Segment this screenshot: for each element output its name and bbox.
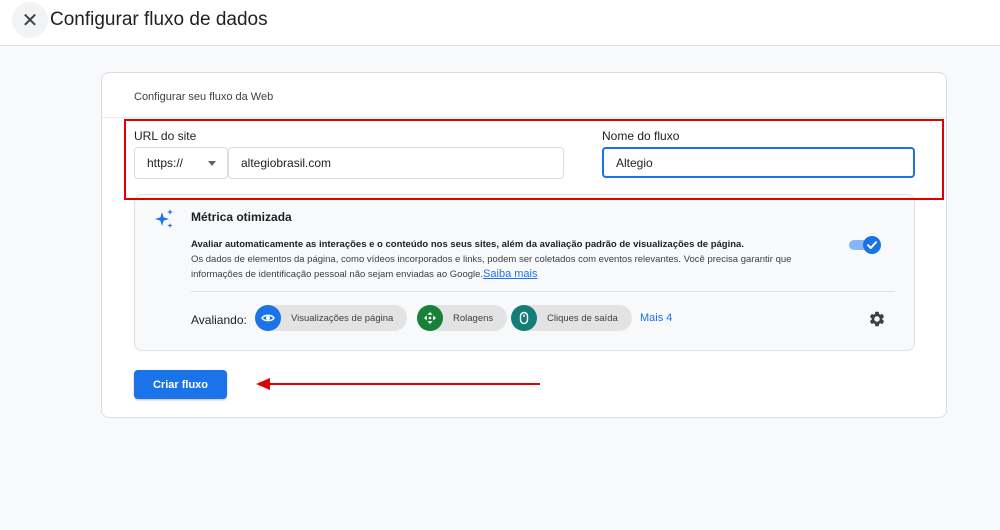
chip-outbound-clicks: Cliques de saída xyxy=(511,305,632,331)
divider xyxy=(191,291,895,292)
metric-title: Métrica otimizada xyxy=(191,210,292,224)
more-events-link[interactable]: Mais 4 xyxy=(640,312,672,324)
eye-icon xyxy=(255,305,281,331)
scroll-icon xyxy=(417,305,443,331)
evaluating-label: Avaliando: xyxy=(191,313,247,327)
learn-more-link[interactable]: Saiba mais xyxy=(483,268,537,280)
chip-label: Cliques de saída xyxy=(547,312,618,324)
gear-icon[interactable] xyxy=(868,310,886,328)
divider xyxy=(102,117,946,118)
chip-label: Visualizações de página xyxy=(291,312,394,324)
create-stream-button[interactable]: Criar fluxo xyxy=(134,370,227,399)
enhanced-measurement-panel: Métrica otimizada Avaliar automaticament… xyxy=(134,194,915,351)
close-button[interactable]: ✕ xyxy=(12,2,48,38)
chip-scrolls: Rolagens xyxy=(417,305,508,331)
metric-description-bold: Avaliar automaticamente as interações e … xyxy=(191,239,744,250)
annotation-highlight-box xyxy=(124,119,944,200)
sparkle-icon xyxy=(155,209,173,228)
chip-label: Rolagens xyxy=(453,312,494,324)
card-heading: Configurar seu fluxo da Web xyxy=(134,91,274,103)
mouse-icon xyxy=(511,305,537,331)
top-bar: ✕ Configurar fluxo de dados xyxy=(0,0,1000,46)
enhanced-measurement-toggle[interactable] xyxy=(849,236,881,254)
chip-page-views: Visualizações de página xyxy=(255,305,408,331)
annotation-arrow xyxy=(256,378,540,390)
metric-description: Avaliar automaticamente as interações e … xyxy=(191,237,841,282)
toggle-knob xyxy=(863,236,881,254)
page-title: Configurar fluxo de dados xyxy=(50,9,268,30)
close-icon: ✕ xyxy=(21,9,39,32)
check-icon xyxy=(867,241,877,249)
